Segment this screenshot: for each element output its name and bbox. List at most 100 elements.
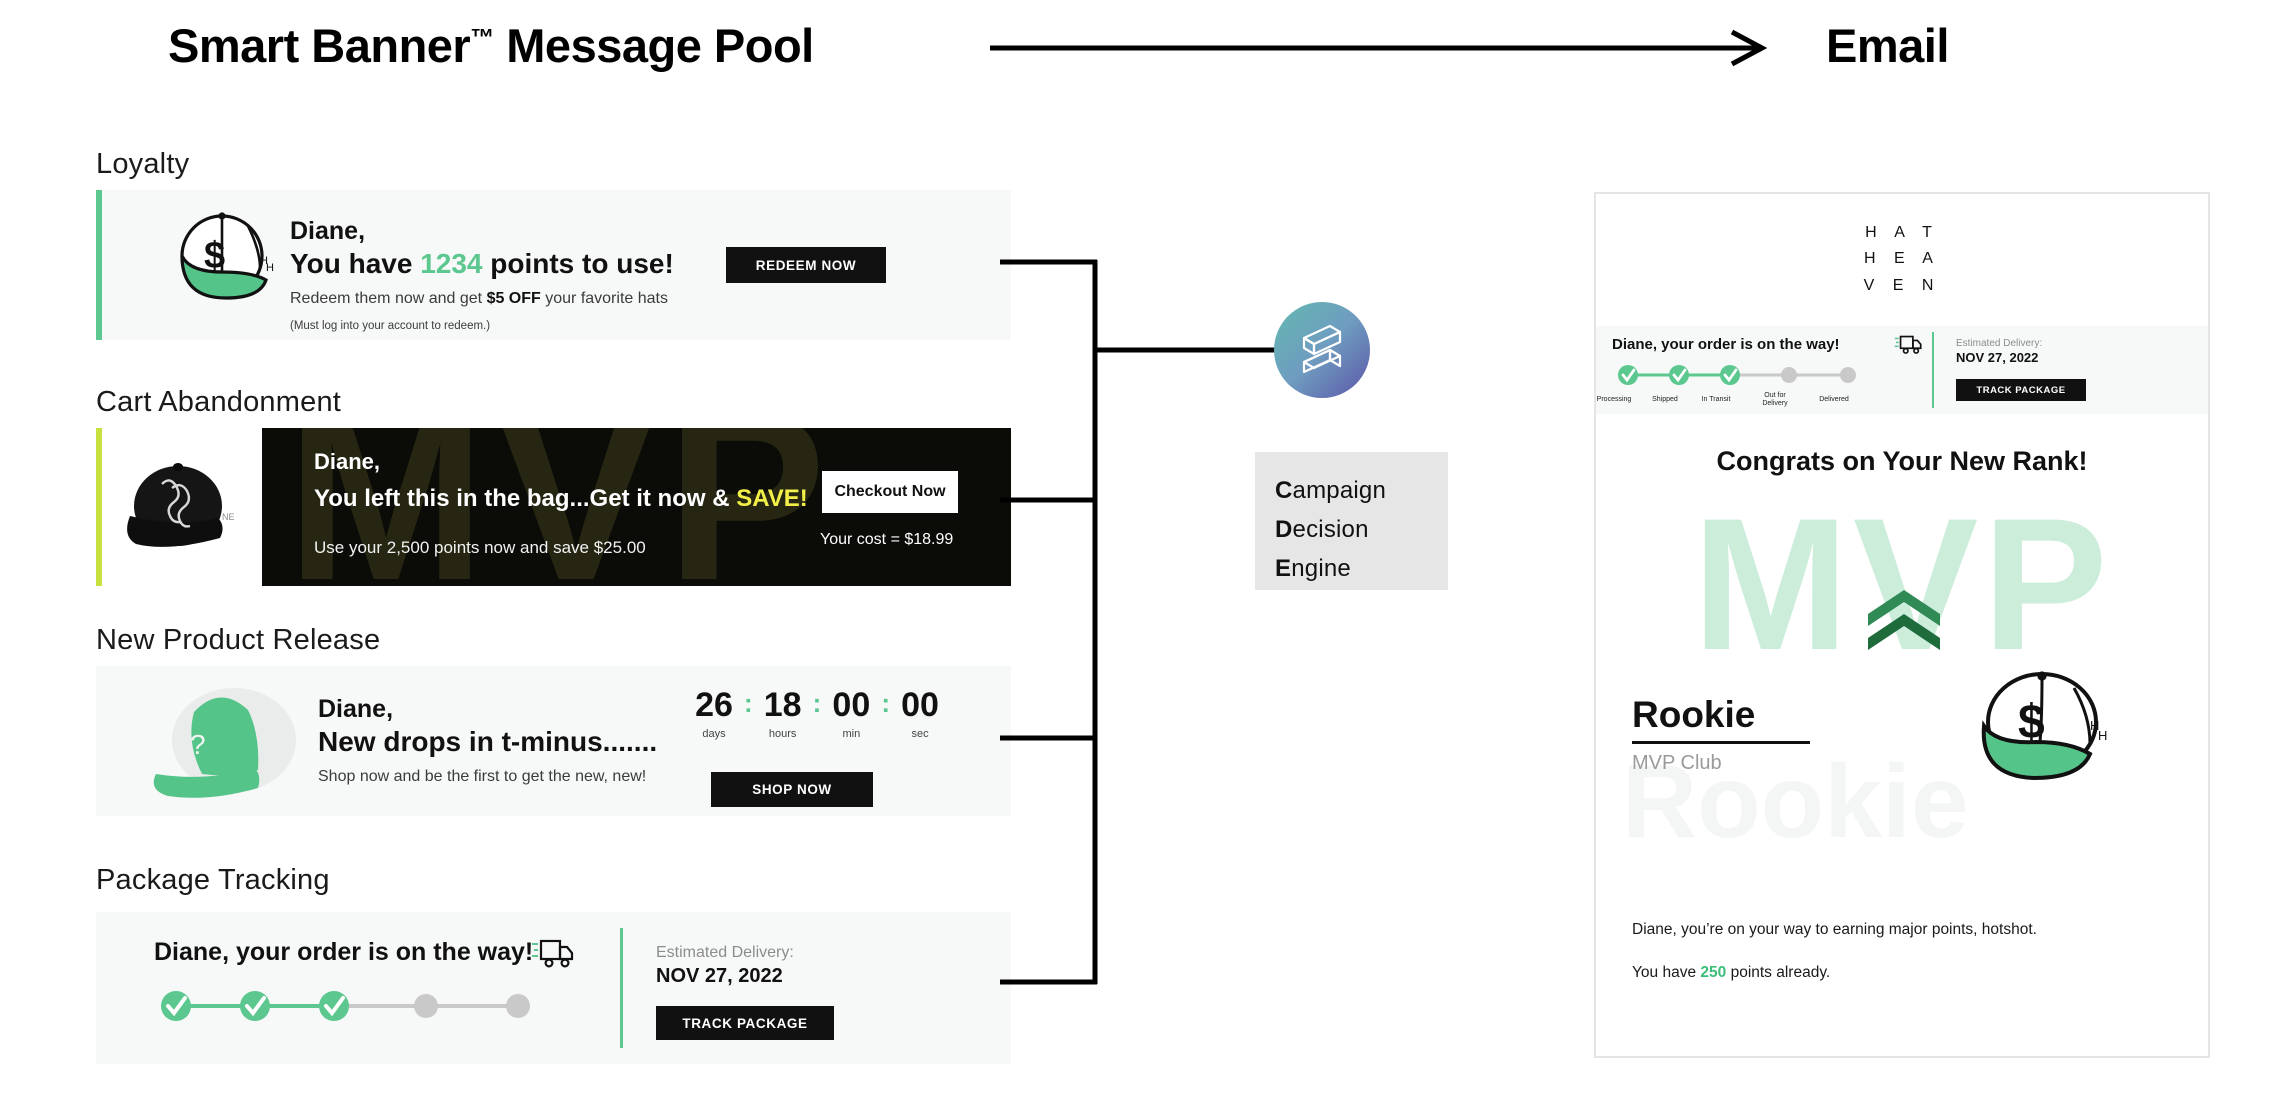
trademark-symbol: ™ (470, 24, 494, 52)
checkout-now-button[interactable]: Checkout Now (822, 471, 958, 513)
delivery-truck-icon (532, 939, 574, 968)
countdown-separator: : (744, 688, 753, 718)
shop-now-button[interactable]: SHOP NOW (711, 772, 873, 807)
smart-banner-new-product[interactable]: ? Diane, New drops in t-minus....... Sho… (96, 666, 1011, 816)
question-glyph: ? (190, 729, 206, 760)
email-caption-block: Diane, you’re on your way to earning maj… (1632, 922, 2172, 980)
loyalty-copy: Diane, You have 1234 points to use! Rede… (290, 216, 674, 332)
double-chevron-rank-icon (1868, 590, 1940, 650)
cde-initial: E (1275, 554, 1292, 582)
smart-banner-package-tracking[interactable]: Diane, your order is on the way! Process… (96, 912, 1011, 1064)
loyalty-subline: Redeem them now and get $5 OFF your favo… (290, 290, 674, 308)
section-label-cart-abandonment: Cart Abandonment (96, 386, 342, 418)
cart-headline-emphasis: SAVE! (736, 484, 808, 512)
estimated-delivery-date: NOV 27, 2022 (656, 965, 783, 987)
countdown-hours: 18 hours (757, 688, 809, 740)
email-step-label: In Transit (1701, 396, 1731, 403)
cart-greeting: Diane, (314, 449, 381, 474)
smart-banner-loyalty[interactable]: $ H H Diane, You have 1234 points to use… (96, 190, 1011, 340)
loyalty-sub-pre: Redeem them now and get (290, 289, 487, 307)
loyalty-fine-print: (Must log into your account to redeem.) (290, 319, 491, 332)
caption-post: points already. (1726, 963, 1831, 981)
smart-banner-cart-abandonment[interactable]: NE MVP Diane, You left this in the bag..… (96, 428, 1011, 586)
cart-headline-pre: You left this in the bag...Get it now & (314, 484, 737, 512)
countdown-days-value: 26 (695, 686, 733, 724)
email-tracking-divider (1932, 332, 1934, 408)
section-label-new-product-release: New Product Release (96, 624, 381, 656)
cde-initial: C (1275, 477, 1293, 504)
email-caption-line-1: Diane, you’re on your way to earning maj… (1632, 921, 2037, 938)
redeem-now-button[interactable]: REDEEM NOW (726, 247, 886, 283)
email-preview-panel[interactable]: H A T H E A V E N Diane, your order is o… (1594, 192, 2210, 1058)
countdown-timer: 26 days : 18 hours : 00 min : 00 sec (688, 688, 946, 740)
green-brim-cap-dollar-icon: $ H H (1981, 671, 2107, 781)
countdown-days: 26 days (688, 688, 740, 740)
countdown-seconds-unit: sec (911, 728, 929, 740)
loyalty-sub-post: your favorite hats (540, 289, 668, 307)
loyalty-headline-post: points to use! (482, 247, 674, 279)
caption-pre: You have (1632, 963, 1701, 981)
new-product-subline: Shop now and be the first to get the new… (318, 767, 647, 785)
tracking-headline: Diane, your order is on the way! (154, 938, 534, 966)
svg-text:$: $ (2018, 696, 2045, 749)
svg-text:H: H (2098, 728, 2107, 743)
brand-line-3: V E N (1863, 276, 1941, 294)
brand-line-1: H A T (1865, 224, 1939, 241)
section-label-package-tracking: Package Tracking (96, 864, 330, 896)
cart-copy: Diane, You left this in the bag...Get it… (314, 448, 808, 558)
campaign-decision-engine-box: Campaign Decision Engine (1255, 452, 1448, 590)
svg-text:$: $ (204, 235, 225, 277)
loyalty-points-value: 1234 (420, 247, 483, 279)
cart-banner-dark-panel: MVP Diane, You left this in the bag...Ge… (262, 428, 1011, 586)
cde-initial: D (1275, 515, 1293, 543)
cde-line-engine: Engine (1275, 550, 1448, 589)
page-title-main: Smart Banner (168, 19, 471, 72)
rank-title: Rookie (1632, 694, 1756, 735)
countdown-days-unit: days (702, 728, 726, 740)
cde-line-decision: Decision (1275, 511, 1448, 550)
countdown-seconds-value: 00 (901, 686, 939, 724)
right-arrow-icon (990, 29, 1768, 67)
rank-underline (1632, 740, 1810, 744)
email-tracking-module: Diane, your order is on the way! Process… (1596, 326, 2208, 414)
loyalty-discount-value: $5 OFF (486, 289, 541, 307)
cart-cost-text: Your cost = $18.99 (820, 531, 954, 548)
svg-text:NE: NE (222, 512, 235, 522)
diagram-canvas: Smart Banner™ Message Pool Email Loyalty… (0, 0, 2290, 1112)
rank-block: Rookie MVP Club (1632, 694, 1810, 775)
countdown-hours-value: 18 (763, 686, 802, 724)
black-baseball-cap-photo: NE (102, 428, 262, 586)
email-step-label: Processing (1596, 396, 1632, 403)
rank-subtitle: MVP Club (1632, 751, 1722, 774)
hat-heaven-logo: H A T H E A V E N (1596, 220, 2208, 299)
new-product-copy: Diane, New drops in t-minus....... Shop … (318, 694, 657, 786)
countdown-minutes: 00 min (825, 688, 877, 740)
campaign-decision-engine-logo (1274, 302, 1370, 398)
email-track-package-button[interactable]: TRACK PACKAGE (1956, 379, 2086, 401)
track-package-button[interactable]: TRACK PACKAGE (656, 1006, 834, 1040)
page-title: Smart Banner™ Message Pool (168, 18, 814, 73)
svg-text:H: H (266, 262, 274, 274)
countdown-separator: : (881, 688, 891, 718)
email-step-label: Delivered (1819, 396, 1849, 403)
new-product-headline: New drops in t-minus....... (318, 725, 658, 757)
estimated-delivery-label: Estimated Delivery: (656, 944, 794, 961)
countdown-minutes-value: 00 (832, 686, 871, 724)
cde-line-campaign: Campaign (1275, 472, 1448, 511)
email-step-label: Shipped (1652, 396, 1678, 403)
email-points-value: 250 (1700, 963, 1727, 981)
brand-line-2: H E A (1864, 250, 1940, 268)
loyalty-greeting: Diane, (290, 217, 366, 245)
email-estimated-delivery-date: NOV 27, 2022 (1956, 350, 2039, 365)
countdown-hours-unit: hours (768, 728, 797, 740)
cde-word: ecision (1292, 515, 1369, 543)
tracking-delivery-info: Estimated Delivery: NOV 27, 2022 (656, 944, 794, 988)
email-heading: Email (1826, 19, 1949, 72)
tracking-progress-stepper (161, 991, 530, 1021)
cde-word: ampaign (1292, 477, 1387, 504)
section-label-loyalty: Loyalty (96, 148, 190, 180)
page-title-rest: Message Pool (493, 19, 814, 72)
cde-word: ngine (1291, 554, 1351, 582)
email-step-label: Out for Delivery (1762, 392, 1788, 408)
new-product-greeting: Diane, (318, 695, 394, 723)
